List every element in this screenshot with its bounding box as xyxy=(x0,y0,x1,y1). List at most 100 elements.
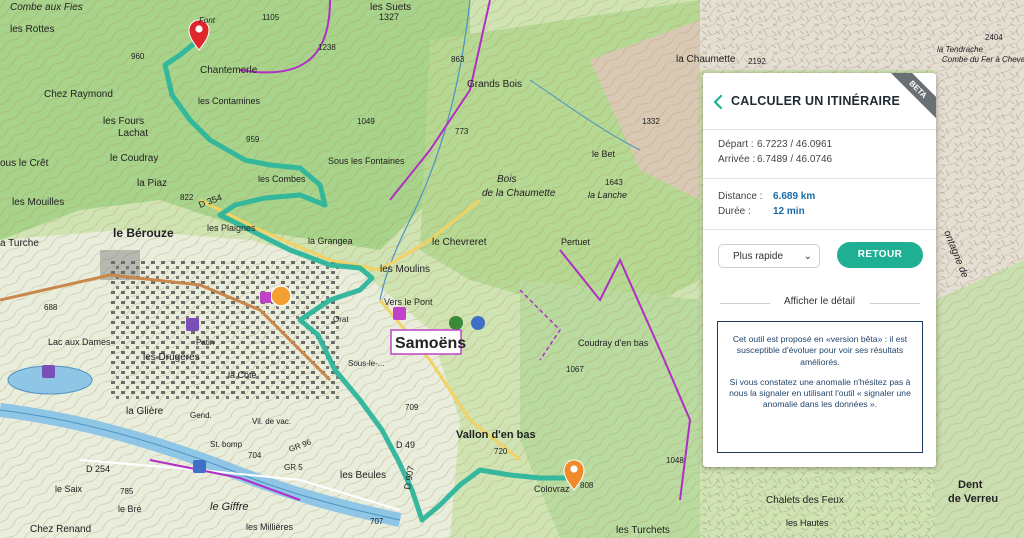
poi-icon[interactable] xyxy=(270,285,292,307)
place-label: ous le Crêt xyxy=(0,158,49,169)
altitude-label: 707 xyxy=(370,517,384,526)
place-label: Vers le Pont xyxy=(384,297,433,307)
place-label: les Millières xyxy=(246,522,294,532)
altitude-label: 822 xyxy=(180,193,194,202)
beach-icon[interactable] xyxy=(42,365,55,378)
place-label: les Turchets xyxy=(616,525,670,536)
route-mode-value: Plus rapide xyxy=(733,251,784,262)
place-label: le Chevreret xyxy=(432,237,487,248)
duree-value: 12 min xyxy=(773,206,805,217)
altitude-label: 863 xyxy=(451,55,465,64)
place-label: la Piaz xyxy=(137,178,167,189)
panel-title: CALCULER UN ITINÉRAIRE xyxy=(731,94,900,108)
itinerary-panel: CALCULER UN ITINÉRAIRE BETA Départ : 6.7… xyxy=(703,73,936,467)
arrivee-label: Arrivée : xyxy=(718,154,756,165)
place-label: la Chaumette xyxy=(676,54,736,65)
route-mode-select[interactable]: Plus rapide ⌄ xyxy=(718,244,820,268)
duree-row: Durée : 12 min xyxy=(718,204,936,219)
place-label: les Moulins xyxy=(380,264,430,275)
altitude-label: 1238 xyxy=(318,43,336,52)
depart-value: 6.7223 / 46.0961 xyxy=(757,139,833,150)
altitude-label: 1048 xyxy=(666,456,684,465)
place-label: Vallon d'en bas xyxy=(456,429,536,441)
samoens-buildings xyxy=(110,260,340,400)
place-label: Font xyxy=(199,16,216,25)
place-label: les Beules xyxy=(340,470,386,481)
notice-paragraph-2: Si vous constatez une anomalie n'hésitez… xyxy=(729,376,911,410)
chevron-down-icon: ⌄ xyxy=(803,251,812,262)
altitude-label: 808 xyxy=(580,481,594,490)
detail-label: Afficher le détail xyxy=(776,296,863,307)
tourism-icon[interactable] xyxy=(393,307,406,320)
church-icon[interactable] xyxy=(260,292,271,303)
coordinates-section: Départ : 6.7223 / 46.0961 Arrivée : 6.74… xyxy=(703,130,936,179)
place-label: Vil. de vac. xyxy=(252,417,291,426)
river-label: le Giffre xyxy=(210,501,249,513)
place-label: Chalets des Feux xyxy=(766,495,844,506)
place-label: Orat xyxy=(333,315,349,324)
altitude-label: 720 xyxy=(494,447,508,456)
place-label: les Drugères xyxy=(143,352,200,363)
place-label: Lachat xyxy=(118,128,148,139)
place-label: les Combes xyxy=(258,174,306,184)
retour-button[interactable]: RETOUR xyxy=(837,242,923,268)
forest-label: de la Chaumette xyxy=(482,188,556,199)
info-icon[interactable] xyxy=(449,316,463,330)
place-label: le Coudray xyxy=(110,153,158,164)
arrivee-row: Arrivée : 6.7489 / 46.0746 xyxy=(718,152,936,167)
depart-label: Départ : xyxy=(718,139,754,150)
duree-label: Durée : xyxy=(718,206,751,217)
altitude-label: 2404 xyxy=(985,33,1003,42)
notice-paragraph-1: Cet outil est proposé en «version bêta» … xyxy=(732,334,908,367)
place-label: Combe aux Fies xyxy=(10,2,83,13)
place-label: Coudray d'en bas xyxy=(578,338,649,348)
place-label: Chez Renand xyxy=(30,524,91,535)
back-chevron-icon[interactable] xyxy=(711,94,725,110)
detail-link[interactable]: Afficher le détail xyxy=(703,296,936,307)
swimming-icon[interactable] xyxy=(186,318,199,331)
summary-section: Distance : 6.689 km Durée : 12 min xyxy=(703,179,936,230)
detail-toggle[interactable]: Afficher le détail xyxy=(703,290,936,316)
town-label: Samoëns xyxy=(395,335,466,352)
place-label: Chantemerle xyxy=(200,65,258,76)
distance-value: 6.689 km xyxy=(773,191,816,202)
place-label: Chez Raymond xyxy=(44,89,113,100)
trail-label: GR 5 xyxy=(284,463,303,472)
altitude-label: 960 xyxy=(131,52,145,61)
place-label: Gend. xyxy=(190,411,212,420)
place-label: la Lanche xyxy=(588,190,627,200)
place-label: le Bet xyxy=(592,149,616,159)
altitude-label: 704 xyxy=(248,451,262,460)
parking-icon[interactable] xyxy=(193,460,206,473)
panel-header: CALCULER UN ITINÉRAIRE BETA xyxy=(703,73,936,130)
road-label: D 49 xyxy=(396,440,415,450)
summit-label: de Verreu xyxy=(948,493,998,505)
place-label: les Contamines xyxy=(198,96,261,106)
altitude-label: 959 xyxy=(246,135,260,144)
altitude-label: 1067 xyxy=(566,365,584,374)
ski-icon[interactable] xyxy=(471,316,485,330)
altitude-label: 2192 xyxy=(748,57,766,66)
place-label: la Tendrache xyxy=(937,45,984,54)
arrivee-value: 6.7489 / 46.0746 xyxy=(757,154,833,165)
place-label: les Rottes xyxy=(10,24,54,35)
summit-label: Dent xyxy=(958,479,983,491)
place-label: le Saix xyxy=(55,484,83,494)
place-label: Sous-le-... xyxy=(348,359,384,368)
place-label: St. bomp xyxy=(210,440,243,449)
place-label: les Plaignes xyxy=(207,223,256,233)
place-label: Grands Bois xyxy=(467,79,522,90)
altitude-label: 688 xyxy=(44,303,58,312)
place-label: la Glière xyxy=(126,406,164,417)
place-label: Patin xyxy=(196,338,214,347)
place-label: Colovraz xyxy=(534,484,570,494)
beta-notice: Cet outil est proposé en «version bêta» … xyxy=(717,321,923,453)
place-label: la Grangea xyxy=(308,236,353,246)
road-label: D 254 xyxy=(86,464,110,474)
place-label: la Côte xyxy=(228,370,257,380)
altitude-label: 1643 xyxy=(605,178,623,187)
altitude-label: 1327 xyxy=(379,12,399,22)
place-label: les Fours xyxy=(103,116,144,127)
altitude-label: 773 xyxy=(455,127,469,136)
altitude-label: 709 xyxy=(405,403,419,412)
